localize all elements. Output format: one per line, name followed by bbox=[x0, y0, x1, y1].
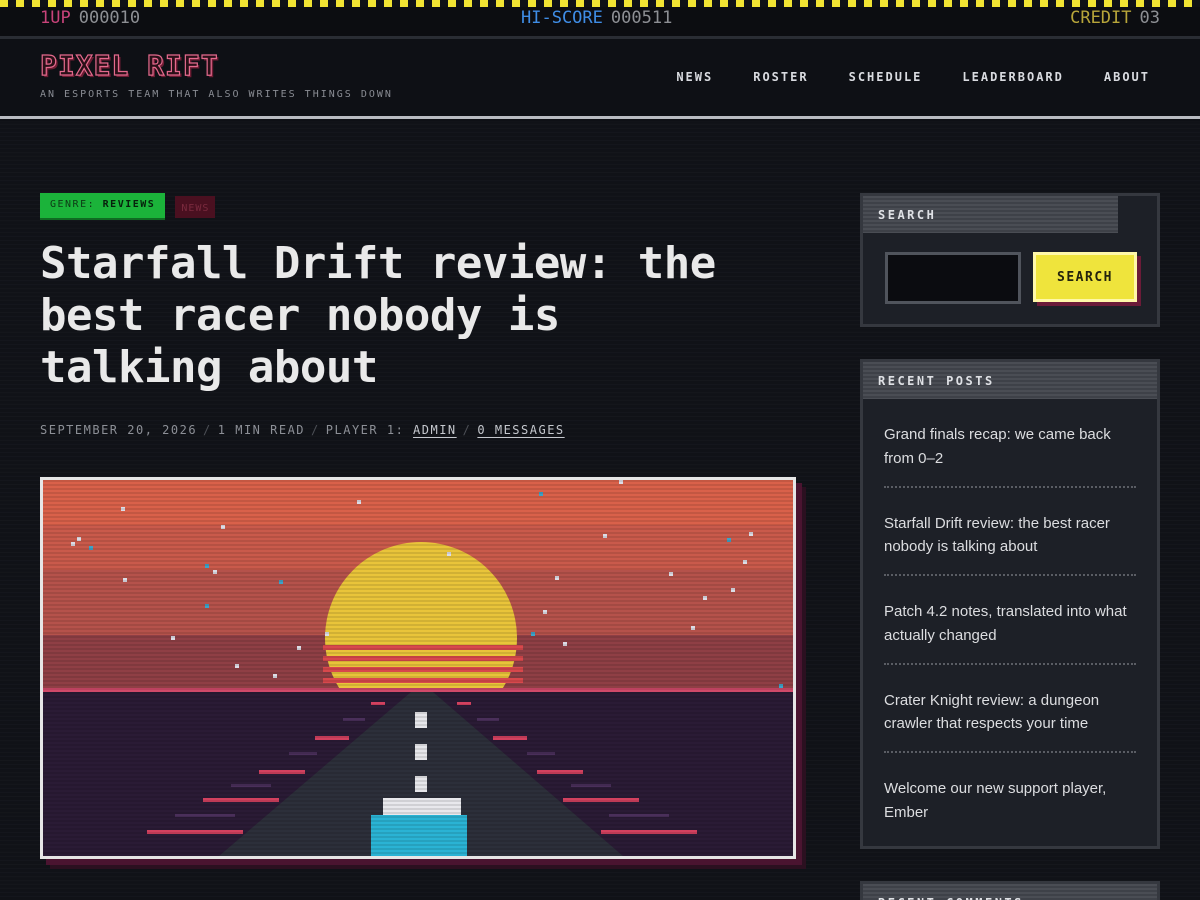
site-tagline: AN ESPORTS TEAM THAT ALSO WRITES THINGS … bbox=[40, 89, 393, 100]
nav-news[interactable]: NEWS bbox=[676, 70, 713, 84]
author-prefix: PLAYER 1: bbox=[325, 423, 405, 437]
search-widget-title: SEARCH bbox=[863, 196, 1118, 233]
recent-post-link[interactable]: Patch 4.2 notes, translated into what ac… bbox=[884, 576, 1136, 665]
recent-comments-title: RECENT COMMENTS bbox=[863, 884, 1157, 900]
recent-post-link[interactable]: Starfall Drift review: the best racer no… bbox=[884, 488, 1136, 576]
site-logo[interactable]: PIXEL RIFT bbox=[39, 48, 219, 82]
hi-score: HI-SCORE 000511 bbox=[521, 8, 673, 28]
nav-leaderboard[interactable]: LEADERBOARD bbox=[962, 70, 1063, 84]
author-link[interactable]: ADMIN bbox=[413, 423, 457, 437]
recent-post-link[interactable]: Crater Knight review: a dungeon crawler … bbox=[884, 665, 1136, 753]
recent-posts-widget: RECENT POSTS Grand finals recap: we came… bbox=[860, 359, 1160, 849]
player-score: 1UP 000010 bbox=[40, 8, 141, 28]
post-tags: GENRE: REVIEWS NEWS bbox=[40, 193, 216, 220]
hazard-stripe bbox=[0, 0, 1200, 7]
nav-about[interactable]: ABOUT bbox=[1104, 70, 1150, 84]
recent-post-link[interactable]: Welcome our new support player, Ember bbox=[884, 753, 1136, 842]
search-input[interactable] bbox=[885, 252, 1021, 304]
comments-link[interactable]: 0 MESSAGES bbox=[477, 423, 564, 437]
arcade-score-bar: 1UP 000010 HI-SCORE 000511 CREDIT 03 bbox=[0, 7, 1200, 37]
read-time: 1 MIN READ bbox=[217, 423, 306, 437]
site-header: PIXEL RIFT AN ESPORTS TEAM THAT ALSO WRI… bbox=[0, 39, 1200, 121]
tag-reviews[interactable]: GENRE: REVIEWS bbox=[40, 193, 166, 220]
nav-roster[interactable]: ROSTER bbox=[753, 70, 808, 84]
credit-counter: CREDIT 03 bbox=[1070, 8, 1160, 28]
post-meta: SEPTEMBER 20, 2026/1 MIN READ / PLAYER 1: … bbox=[40, 423, 565, 437]
search-widget: SEARCH SEARCH bbox=[860, 193, 1160, 327]
hero-image bbox=[40, 477, 796, 859]
pixel-sunset-illustration bbox=[43, 480, 793, 856]
post-date: SEPTEMBER 20, 2026 bbox=[40, 423, 198, 437]
tag-news[interactable]: NEWS bbox=[175, 196, 216, 218]
header-divider bbox=[0, 116, 1200, 119]
recent-posts-title: RECENT POSTS bbox=[863, 362, 1157, 399]
recent-post-link[interactable]: Grand finals recap: we came back from 0–… bbox=[884, 399, 1136, 488]
nav-schedule[interactable]: SCHEDULE bbox=[849, 70, 923, 84]
search-button[interactable]: SEARCH bbox=[1033, 252, 1137, 302]
recent-comments-widget: RECENT COMMENTS bbox=[860, 881, 1160, 900]
recent-posts-list: Grand finals recap: we came back from 0–… bbox=[863, 399, 1157, 842]
main-nav: NEWS ROSTER SCHEDULE LEADERBOARD ABOUT bbox=[676, 70, 1150, 84]
post-title: Starfall Drift review: the best racer no… bbox=[40, 238, 716, 393]
